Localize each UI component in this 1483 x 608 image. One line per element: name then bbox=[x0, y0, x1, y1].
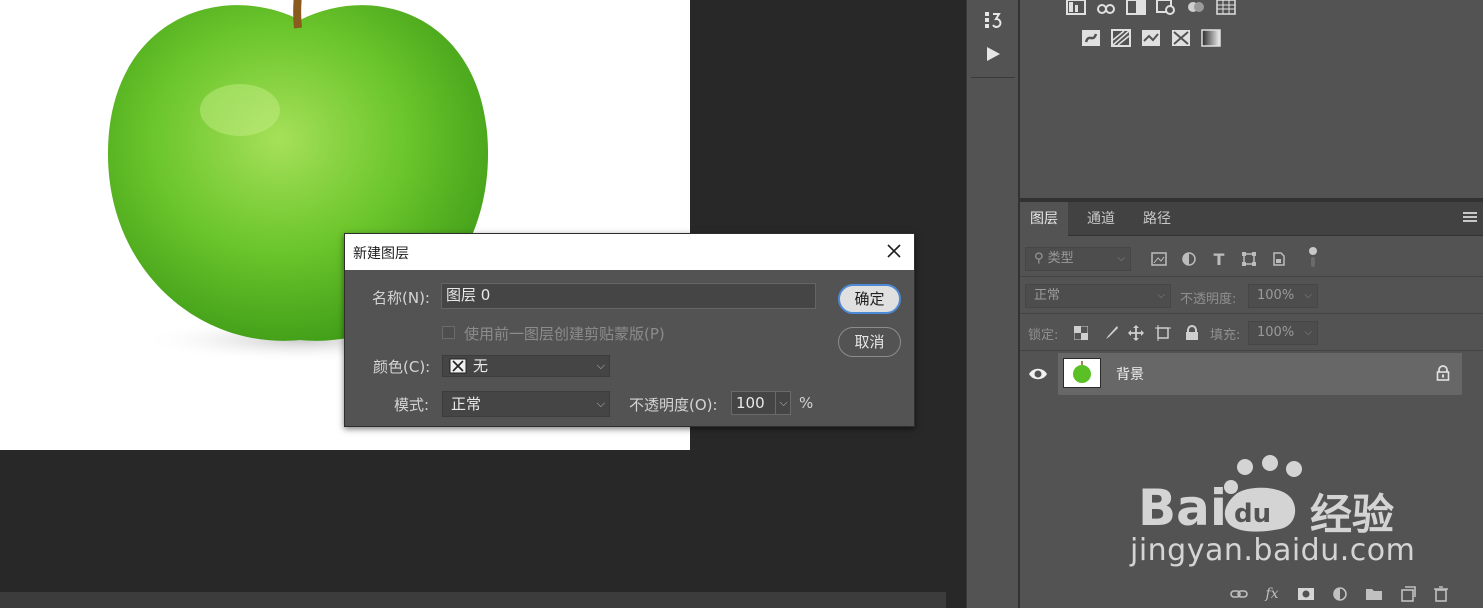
blend-mode-dropdown[interactable]: 正常 ⌵ bbox=[1025, 284, 1171, 308]
watermark-url: jingyan.baidu.com bbox=[1130, 533, 1416, 568]
tab-layers[interactable]: 图层 bbox=[1020, 202, 1068, 236]
filter-toggle-icon[interactable] bbox=[1304, 247, 1322, 267]
layer-thumbnail bbox=[1063, 358, 1101, 388]
opacity-input[interactable]: 100 ⌵ bbox=[731, 391, 791, 415]
blend-opacity-row: 正常 ⌵ 不透明度: 100% ⌵ bbox=[1020, 278, 1483, 314]
lock-all-icon[interactable] bbox=[1183, 324, 1201, 342]
lock-artboard-icon[interactable] bbox=[1154, 324, 1172, 342]
layer-name-input[interactable]: 图层 0 bbox=[441, 283, 816, 309]
opacity-unit: % bbox=[799, 394, 814, 412]
threshold-icon[interactable] bbox=[1141, 29, 1161, 47]
lock-position-icon[interactable] bbox=[1127, 324, 1145, 342]
gradient-map-icon[interactable] bbox=[1201, 29, 1221, 47]
cancel-button[interactable]: 取消 bbox=[838, 327, 901, 357]
layer-row-background[interactable]: 背景 bbox=[1058, 353, 1462, 395]
filter-kind-dropdown[interactable]: ⚲ 类型 ⌵ bbox=[1025, 247, 1131, 271]
type-layer-filter-icon[interactable]: T bbox=[1210, 250, 1228, 269]
delete-layer-icon[interactable] bbox=[1431, 585, 1451, 603]
lock-fill-row: 锁定: 填充: 100% ⌵ bbox=[1020, 315, 1483, 351]
panel-divider[interactable] bbox=[946, 0, 966, 608]
tab-paths[interactable]: 路径 bbox=[1133, 202, 1181, 236]
watermark-brand-du: du bbox=[1234, 499, 1272, 529]
play-action-icon[interactable] bbox=[981, 42, 1005, 66]
opacity-label: 不透明度(O): bbox=[629, 396, 718, 414]
shape-layer-filter-icon[interactable] bbox=[1240, 250, 1258, 268]
filter-kind-label: 类型 bbox=[1047, 251, 1074, 266]
ok-button[interactable]: 确定 bbox=[838, 284, 901, 314]
history-icon[interactable] bbox=[981, 8, 1005, 32]
lock-transparent-pixels-icon[interactable] bbox=[1072, 324, 1090, 342]
new-layer-icon[interactable] bbox=[1398, 585, 1418, 603]
dialog-title: 新建图层 bbox=[353, 246, 409, 262]
invert-icon[interactable] bbox=[1081, 29, 1101, 47]
visibility-eye-icon[interactable] bbox=[1028, 364, 1048, 384]
lock-image-pixels-icon[interactable] bbox=[1102, 324, 1120, 342]
fill-label: 填充: bbox=[1210, 328, 1241, 343]
layer-style-fx-icon[interactable]: fx bbox=[1262, 585, 1282, 603]
layers-panel-footer: fx bbox=[1020, 580, 1483, 608]
color-dropdown[interactable]: 无 ⌵ bbox=[442, 355, 610, 377]
new-adjustment-layer-icon[interactable] bbox=[1330, 585, 1350, 603]
smart-object-filter-icon[interactable] bbox=[1270, 250, 1288, 268]
layer-name[interactable]: 背景 bbox=[1116, 364, 1144, 384]
watermark-brand: Bai bbox=[1138, 479, 1227, 537]
lock-label: 锁定: bbox=[1028, 328, 1059, 343]
blend-mode-value: 正常 bbox=[1034, 288, 1061, 303]
no-color-icon bbox=[449, 358, 467, 374]
channel-mixer-icon[interactable] bbox=[1186, 0, 1206, 16]
black-white-icon[interactable] bbox=[1126, 0, 1146, 16]
levels-icon[interactable] bbox=[1066, 0, 1086, 16]
clipping-mask-label: 使用前一图层创建剪贴蒙版(P) bbox=[464, 325, 665, 343]
name-label: 名称(N): bbox=[372, 289, 430, 307]
mode-label: 模式: bbox=[394, 396, 430, 414]
clipping-mask-checkbox[interactable] bbox=[442, 326, 455, 339]
adjustment-layer-filter-icon[interactable] bbox=[1180, 250, 1198, 268]
fill-value: 100% bbox=[1257, 325, 1295, 340]
opacity-label: 不透明度: bbox=[1180, 292, 1237, 307]
mode-value: 正常 bbox=[451, 395, 482, 413]
photo-filter-icon[interactable] bbox=[1156, 0, 1176, 16]
layer-filter-row: ⚲ 类型 ⌵ T bbox=[1020, 237, 1483, 277]
panel-menu-icon[interactable] bbox=[1463, 212, 1477, 224]
color-label: 颜色(C): bbox=[373, 358, 431, 376]
status-bar bbox=[0, 592, 966, 608]
tab-channels[interactable]: 通道 bbox=[1077, 202, 1125, 236]
dialog-titlebar[interactable]: 新建图层 bbox=[345, 234, 914, 270]
fill-input[interactable]: 100% ⌵ bbox=[1248, 321, 1318, 345]
link-layers-icon[interactable] bbox=[1229, 585, 1249, 603]
selective-color-icon[interactable] bbox=[1171, 29, 1191, 47]
color-balance-icon[interactable] bbox=[1096, 0, 1116, 16]
collapsed-panel-strip bbox=[966, 0, 1018, 608]
baidu-jingyan-watermark: Bai du 经验 jingyan.baidu.com bbox=[1130, 455, 1430, 575]
layer-lock-icon[interactable] bbox=[1436, 365, 1450, 381]
add-mask-icon[interactable] bbox=[1296, 585, 1316, 603]
color-lookup-icon[interactable] bbox=[1216, 0, 1236, 16]
new-layer-dialog: 新建图层 名称(N): 图层 0 使用前一图层创建剪贴蒙版(P) 颜色(C): … bbox=[344, 233, 915, 427]
opacity-value: 100% bbox=[1257, 288, 1295, 303]
adjustments-panel bbox=[1018, 0, 1483, 198]
mode-dropdown[interactable]: 正常 ⌵ bbox=[442, 391, 610, 417]
posterize-icon[interactable] bbox=[1111, 29, 1131, 47]
opacity-input[interactable]: 100% ⌵ bbox=[1248, 284, 1318, 308]
opacity-value: 100 bbox=[736, 394, 765, 412]
close-icon[interactable] bbox=[886, 243, 902, 259]
pixel-layer-filter-icon[interactable] bbox=[1150, 250, 1168, 268]
color-value: 无 bbox=[473, 357, 489, 375]
layers-panel-tabs: 图层 通道 路径 bbox=[1020, 202, 1483, 236]
new-group-folder-icon[interactable] bbox=[1364, 585, 1384, 603]
search-icon: ⚲ bbox=[1034, 251, 1044, 266]
